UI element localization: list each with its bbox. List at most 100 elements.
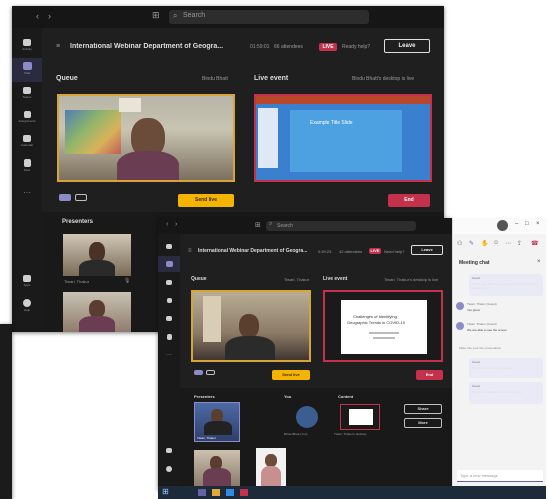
front-rail-calendar[interactable]	[158, 312, 180, 326]
back-end-button[interactable]: End	[388, 194, 430, 207]
front-rail-activity[interactable]	[158, 240, 180, 254]
window-maximize-icon[interactable]: □	[525, 221, 529, 227]
help-icon	[166, 466, 172, 472]
front-presenters-label: Presenters	[194, 394, 215, 399]
front-share-label: Share	[417, 406, 429, 411]
chat-message-author: Guest	[472, 360, 481, 364]
chat-sender-avatar	[456, 322, 464, 330]
apps-icon	[23, 275, 31, 282]
windows-taskbar: ⊞	[158, 486, 546, 499]
chat-message-author: Tiwari, Thakur (Guest)	[467, 302, 497, 306]
hand-raise-icon[interactable]: ✋	[481, 240, 488, 247]
back-leave-button[interactable]: Leave	[384, 39, 430, 53]
front-layout-single-button[interactable]	[194, 370, 203, 375]
back-compose-icon[interactable]: ⊞	[152, 10, 160, 21]
back-live-event-video: Example Title Slide	[254, 94, 432, 182]
front-nav-forward-icon[interactable]: ›	[175, 221, 177, 228]
front-app-rail: ···	[158, 234, 180, 490]
front-compose-icon[interactable]: ⊞	[255, 221, 261, 229]
front-send-live-label: Send live	[282, 372, 300, 377]
profile-avatar[interactable]	[497, 220, 508, 231]
taskbar-app-icon[interactable]	[212, 489, 220, 496]
files-icon	[166, 334, 172, 340]
back-search-icon: ⌕	[173, 11, 178, 20]
ppt-thumbnail-strip	[258, 108, 278, 168]
front-rail-help[interactable]	[158, 462, 180, 476]
front-leave-button[interactable]: Leave	[411, 245, 443, 255]
start-icon[interactable]: ⊞	[162, 487, 169, 496]
front-rail-chat[interactable]	[158, 256, 180, 272]
chat-message-text: We are able to see the screen	[467, 328, 507, 332]
back-send-live-button[interactable]: Send live	[178, 194, 234, 207]
window-close-icon[interactable]: ×	[536, 221, 540, 227]
chat-system-note: Make this your live presentation	[459, 346, 502, 350]
taskbar-app-icon[interactable]	[240, 489, 248, 496]
back-rail-apps[interactable]: Apps	[12, 272, 42, 294]
front-layout-split-button[interactable]	[206, 370, 215, 375]
back-rail-assignments[interactable]: Assignments	[12, 108, 42, 130]
chat-compose-box[interactable]: Type a new message	[457, 470, 543, 482]
front-rail-files[interactable]	[158, 330, 180, 344]
front-send-live-button[interactable]: Send live	[272, 370, 310, 380]
back-search-input[interactable]: ⌕ Search	[169, 10, 369, 24]
window-minimize-icon[interactable]: –	[515, 221, 518, 227]
taskbar-app-icon[interactable]	[226, 489, 234, 496]
front-nav-back-icon[interactable]: ‹	[166, 221, 168, 228]
back-rail-files[interactable]: Files	[12, 156, 42, 178]
taskbar-app-icon[interactable]	[198, 489, 206, 496]
front-rail-assignments[interactable]	[158, 294, 180, 308]
front-queue-label: Queue	[191, 276, 207, 282]
back-rail-teams[interactable]: Teams	[12, 84, 42, 106]
hang-up-icon[interactable]: ☎	[531, 240, 538, 247]
chat-toolbar: ⚇ ✎ ✋ ☺ ⋯ ⇪ ☎	[453, 238, 547, 252]
teams-icon	[23, 87, 31, 94]
front-ready-text[interactable]: Need help?	[384, 249, 404, 254]
back-layout-split-button[interactable]	[75, 194, 87, 201]
front-rail-apps[interactable]	[158, 444, 180, 458]
front-you-label: You	[284, 394, 292, 399]
front-share-button[interactable]: Share	[404, 404, 442, 414]
bell-icon	[23, 39, 31, 46]
chat-message-author: Tiwari, Thakur (Guest)	[467, 322, 497, 326]
back-live-event-presenter: Bindu Bhatt's desktop is live	[352, 76, 415, 82]
attendee-body	[261, 466, 281, 486]
back-layout-single-button[interactable]	[59, 194, 71, 201]
more-options-icon[interactable]: ⋯	[505, 240, 511, 247]
front-attendee-count: 42 attendees	[339, 249, 363, 254]
front-rail-more-icon[interactable]: ···	[158, 352, 180, 362]
back-presenter-tile-1[interactable]	[63, 234, 131, 276]
back-rail-more-icon[interactable]: ···	[12, 188, 42, 198]
back-meeting-timer: 01:59:01	[250, 44, 270, 50]
front-presenter-tile-2[interactable]	[194, 450, 240, 486]
front-title-bar: ‹ › ⊞ ⌕ Search	[158, 218, 452, 234]
front-you-name: Bindu Bhatt (You)	[284, 432, 308, 436]
chat-close-icon[interactable]: ×	[537, 259, 541, 265]
share-tray-icon[interactable]: ⇪	[517, 240, 522, 247]
front-content-name: Tiwari, Thakur's desktop	[334, 432, 367, 436]
back-rail-activity[interactable]: Activity	[12, 36, 42, 58]
front-content-tile[interactable]	[340, 404, 380, 430]
back-rail-chat[interactable]: Chat	[12, 58, 42, 82]
front-end-button[interactable]: End	[416, 370, 443, 380]
back-rail-help[interactable]: Help	[12, 296, 42, 318]
back-rail-calendar[interactable]: Calendar	[12, 132, 42, 154]
front-search-input[interactable]: ⌕ Search	[266, 221, 416, 231]
back-nav-back-icon[interactable]: ‹	[36, 11, 39, 21]
back-ready-text[interactable]: Ready help?	[342, 44, 370, 50]
back-live-badge: LIVE	[319, 43, 337, 51]
people-icon[interactable]: ⚇	[457, 240, 462, 247]
front-teams-window: ‹ › ⊞ ⌕ Search ··· ≡ International Webin…	[158, 218, 452, 490]
front-rail-teams[interactable]	[158, 276, 180, 290]
front-you-avatar[interactable]	[296, 406, 318, 428]
front-content-label: Content	[338, 394, 354, 399]
front-presenter-tile[interactable]: Tiwari, Thakur	[194, 402, 240, 442]
reaction-icon[interactable]: ☺	[493, 240, 499, 246]
chat-toolbar-icon[interactable]: ✎	[469, 240, 474, 247]
front-more-button[interactable]: More	[404, 418, 442, 428]
back-nav-forward-icon[interactable]: ›	[48, 11, 51, 21]
presenter-body	[225, 336, 275, 360]
back-presenter-tile-2[interactable]	[63, 292, 131, 332]
back-live-event-label: Live event	[254, 75, 289, 82]
back-title-bar: ‹ › ⊞ ⌕ Search	[12, 6, 444, 28]
chat-compose-placeholder: Type a new message	[460, 473, 498, 478]
